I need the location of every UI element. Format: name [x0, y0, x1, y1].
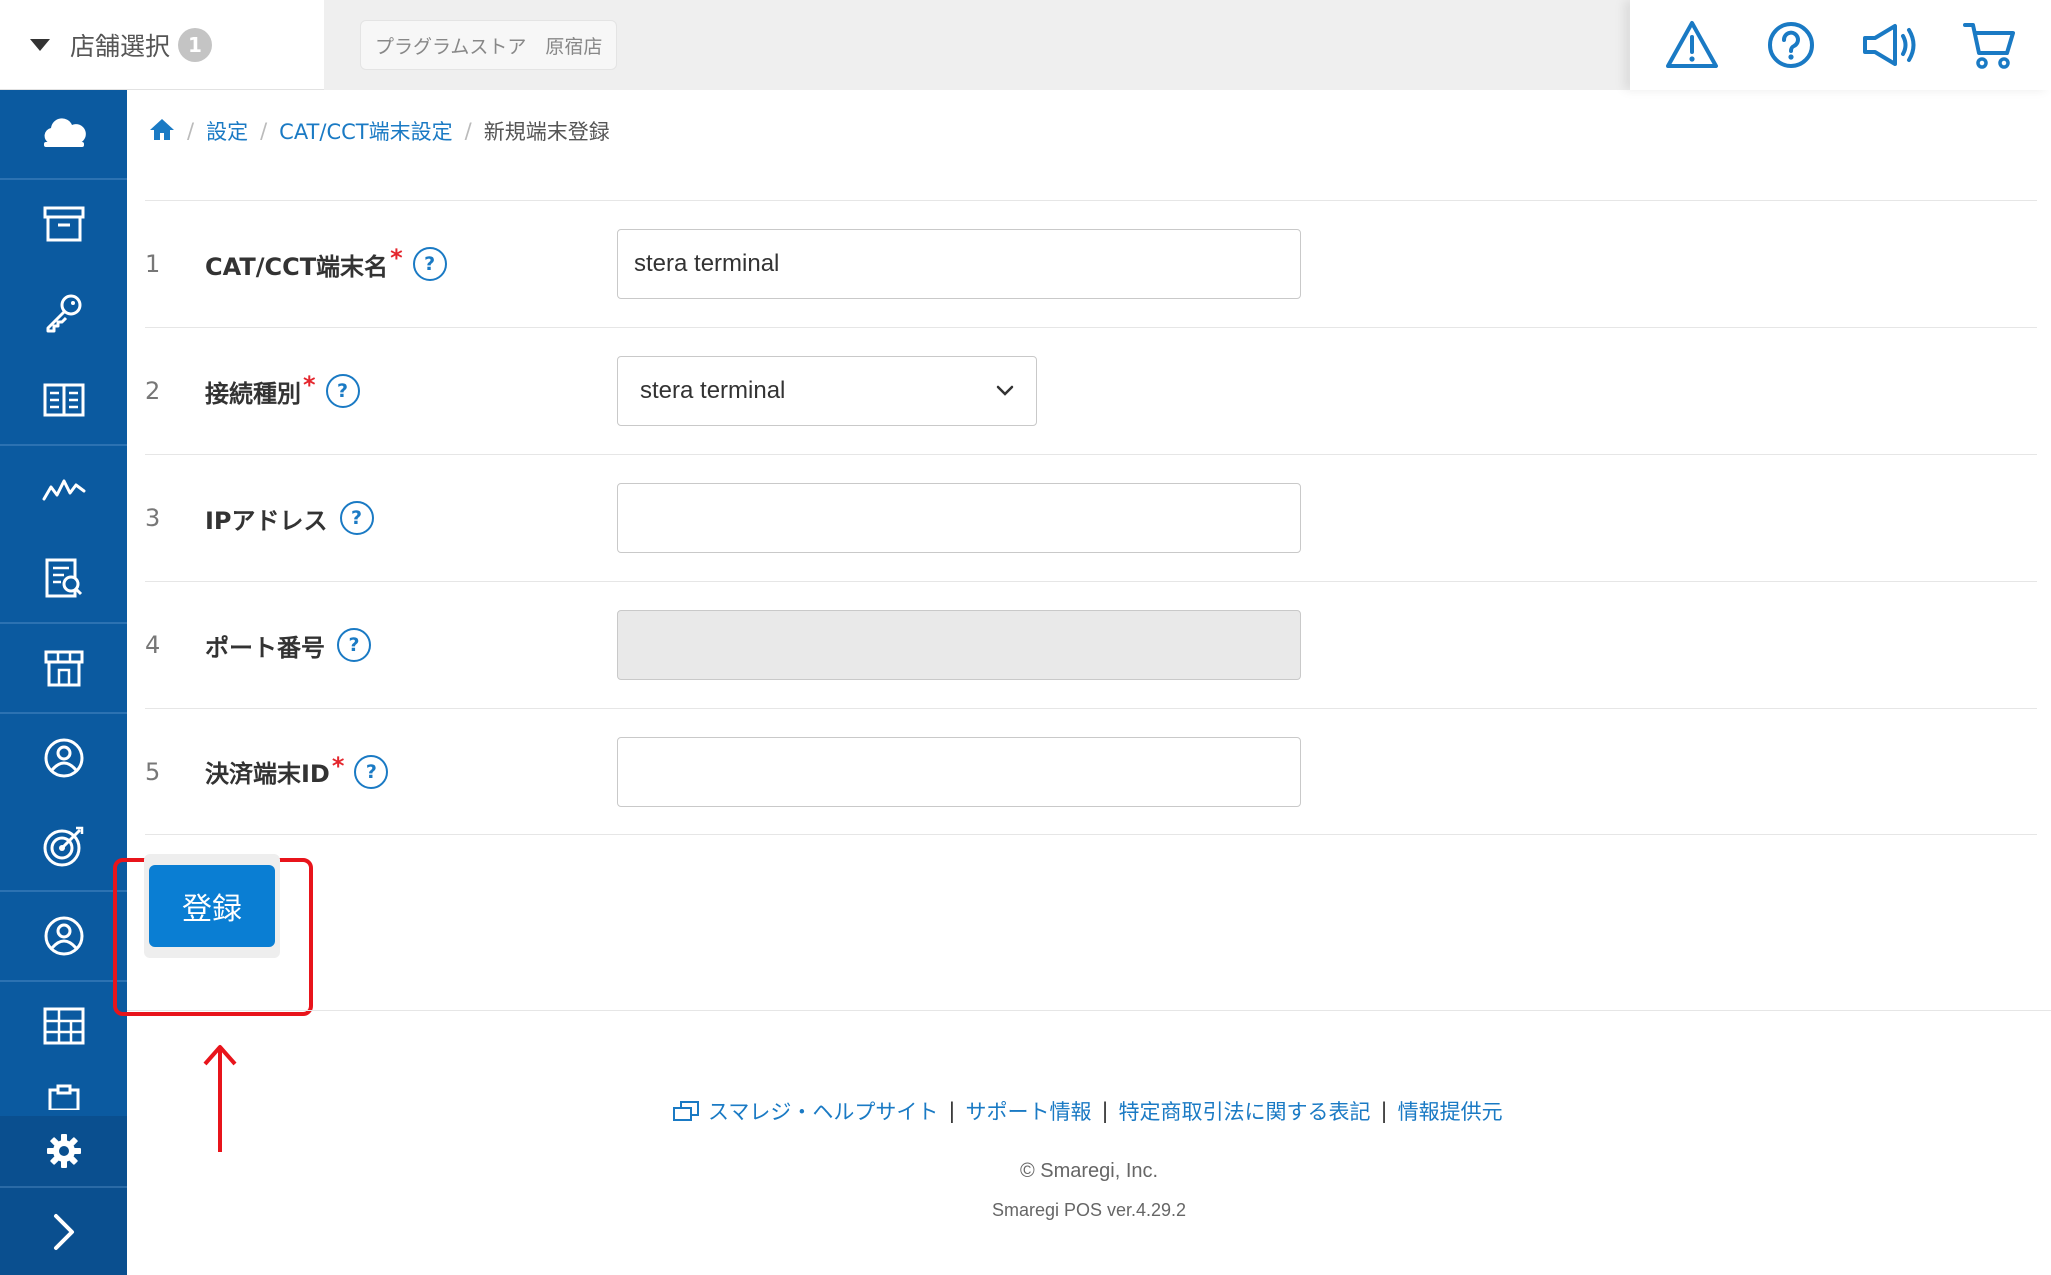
version-text: Smaregi POS ver.4.29.2 [991, 1200, 1187, 1220]
connection-type-select[interactable]: stera terminal [617, 356, 1037, 426]
footer-link-support[interactable]: サポート情報 [965, 1096, 1091, 1126]
store-count-badge: 1 [178, 27, 213, 62]
sidebar-item-layout[interactable] [0, 982, 127, 1070]
help-icon[interactable]: ? [337, 628, 371, 662]
row-number: 2 [145, 377, 161, 405]
top-bar: 店舗選択 1 プラグラムストア 原宿店 [0, 0, 2051, 90]
form-row-port-number: 4 ポート番号 ? [145, 581, 2037, 708]
breadcrumb-cat-cct[interactable]: CAT/CCT端末設定 [279, 116, 452, 146]
chevron-down-icon [996, 385, 1014, 396]
sidebar-item-staff[interactable] [0, 892, 127, 980]
cart-icon[interactable] [1959, 15, 2019, 75]
form-row-terminal-name: 1 CAT/CCT端末名 * ? stera terminal [145, 200, 2037, 327]
home-icon[interactable] [149, 117, 175, 146]
sidebar-item-book[interactable] [0, 356, 127, 444]
footer-links: スマレジ・ヘルプサイト | サポート情報 | 特定商取引法に関する表記 | 情報… [672, 1096, 1503, 1126]
sidebar-expand-button[interactable] [0, 1188, 127, 1275]
sidebar-item-customer[interactable] [0, 714, 127, 802]
terminal-form: 1 CAT/CCT端末名 * ? stera terminal 2 接続種別 *… [145, 200, 2037, 835]
required-mark: * [303, 371, 316, 399]
key-icon [46, 294, 81, 333]
footer-divider [127, 1010, 2051, 1011]
field-label: IPアドレス ? [205, 501, 617, 536]
terminal-name-input[interactable]: stera terminal [617, 229, 1301, 299]
submit-button-wrapper: 登録 [144, 854, 280, 958]
field-label: ポート番号 ? [205, 628, 617, 663]
caret-down-icon [30, 38, 50, 51]
target-icon [43, 826, 83, 867]
book-icon [43, 383, 84, 417]
footer-link-help-site[interactable]: スマレジ・ヘルプサイト [708, 1096, 938, 1126]
sidebar-item-store[interactable] [0, 624, 127, 712]
archive-icon [43, 206, 84, 242]
cloud-icon [43, 118, 86, 147]
field-label: CAT/CCT端末名 * ? [205, 244, 617, 282]
field-label: 決済端末ID * ? [205, 751, 617, 789]
help-icon[interactable]: ? [412, 247, 447, 281]
clipboard-icon [48, 1084, 79, 1110]
annotation-arrow-icon [203, 1045, 237, 1152]
register-button[interactable]: 登録 [149, 865, 275, 947]
staff-icon [44, 916, 83, 956]
footer-link-info-provider[interactable]: 情報提供元 [1398, 1096, 1503, 1126]
sidebar-item-key[interactable] [0, 268, 127, 356]
required-mark: * [331, 751, 345, 780]
store-icon [44, 650, 83, 687]
sidebar-item-analytics[interactable] [0, 446, 127, 534]
ip-address-input[interactable] [617, 483, 1301, 553]
breadcrumb-settings[interactable]: 設定 [206, 116, 248, 146]
help-icon[interactable]: ? [354, 754, 389, 789]
chevron-right-icon [53, 1213, 74, 1250]
analytics-icon [42, 479, 85, 501]
sidebar-item-report[interactable] [0, 534, 127, 622]
main-content: / 設定 / CAT/CCT端末設定 / 新規端末登録 1 CAT/CCT端末名… [113, 90, 2051, 1275]
form-row-payment-terminal-id: 5 決済端末ID * ? [145, 708, 2037, 835]
sidebar-item-cloud[interactable] [0, 90, 127, 178]
gear-icon [46, 1134, 81, 1168]
help-icon[interactable]: ? [339, 501, 374, 535]
help-icon[interactable]: ? [325, 374, 360, 408]
report-icon [45, 558, 82, 598]
connection-type-value: stera terminal [640, 377, 786, 404]
announcement-icon[interactable] [1860, 15, 1920, 75]
port-number-input [617, 610, 1301, 680]
footer-link-legal[interactable]: 特定商取引法に関する表記 [1119, 1096, 1371, 1126]
layout-icon [43, 1007, 84, 1045]
warning-icon[interactable] [1662, 15, 1722, 75]
required-mark: * [390, 244, 403, 272]
store-select-label: 店舗選択 [70, 31, 171, 61]
row-number: 4 [145, 631, 161, 659]
field-label: 接続種別 * ? [205, 371, 617, 409]
header-actions [1630, 0, 2051, 90]
customer-icon [44, 738, 83, 778]
row-number: 1 [145, 250, 161, 278]
sidebar-item-archive[interactable] [0, 180, 127, 268]
copyright-text: © Smaregi, Inc. [1019, 1160, 1159, 1182]
sidebar-item-clipboard[interactable] [0, 1070, 127, 1110]
sidebar-item-target[interactable] [0, 802, 127, 890]
external-window-icon [673, 1101, 699, 1121]
payment-terminal-id-input[interactable] [617, 736, 1301, 807]
sidebar [0, 90, 127, 1275]
form-row-connection-type: 2 接続種別 * ? stera terminal [145, 327, 2037, 454]
row-number: 3 [145, 504, 161, 532]
store-select-dropdown[interactable]: 店舗選択 1 [0, 0, 324, 90]
current-store-chip: プラグラムストア 原宿店 [360, 20, 618, 70]
breadcrumb-current: 新規端末登録 [483, 120, 610, 144]
help-icon[interactable] [1761, 15, 1821, 75]
settings-button[interactable] [0, 1116, 127, 1186]
breadcrumb: / 設定 / CAT/CCT端末設定 / 新規端末登録 [149, 116, 610, 146]
current-store-bar: プラグラムストア 原宿店 [324, 0, 1630, 90]
row-number: 5 [145, 757, 161, 786]
form-row-ip-address: 3 IPアドレス ? [145, 454, 2037, 581]
